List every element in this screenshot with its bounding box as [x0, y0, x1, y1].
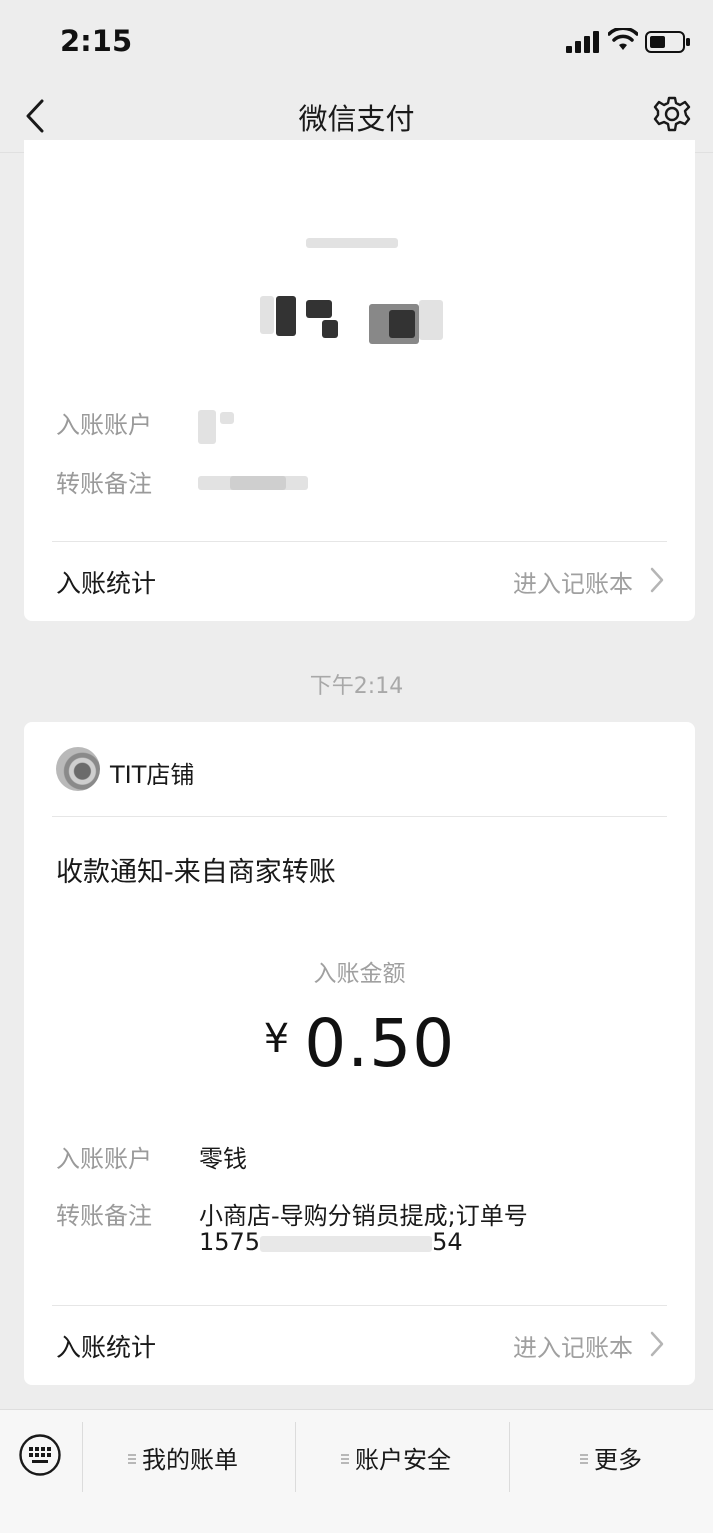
ledger-link[interactable]: 进入记账本 — [513, 564, 633, 599]
memo-order-number: 1575 54 — [199, 1228, 463, 1256]
order-number-end: 54 — [432, 1228, 463, 1256]
blurred-order-number — [260, 1236, 433, 1252]
order-number-start: 1575 — [199, 1228, 261, 1256]
menu-more[interactable]: 更多 — [580, 1440, 642, 1475]
stats-row[interactable]: 入账统计 进入记账本 — [24, 1306, 695, 1384]
stats-label: 入账统计 — [56, 1333, 157, 1362]
blurred-memo — [230, 476, 286, 490]
account-label: 入账账户 — [56, 1145, 152, 1173]
currency-symbol: ¥ — [263, 1016, 291, 1062]
blurred-amount — [419, 300, 443, 340]
blurred-amount — [276, 296, 296, 336]
blurred-account — [220, 412, 234, 424]
shop-name[interactable]: TIT店铺 — [110, 755, 194, 790]
payment-card: TIT店铺 收款通知-来自商家转账 入账金额 ¥0.50 入账账户 零钱 转账备… — [24, 722, 695, 1385]
menu-separator — [509, 1422, 510, 1492]
menu-separator — [82, 1422, 83, 1492]
gear-icon[interactable] — [652, 95, 692, 135]
payment-card-previous: 入账账户 转账备注 入账统计 进入记账本 — [24, 140, 695, 621]
status-bar: 2:15 — [0, 0, 713, 80]
menu-label: 我的账单 — [142, 1446, 238, 1474]
menu-icon — [580, 1454, 588, 1464]
amount-label: 入账金额 — [313, 961, 406, 987]
wifi-icon — [608, 28, 638, 50]
keyboard-icon[interactable] — [18, 1433, 62, 1477]
menu-label: 更多 — [594, 1446, 642, 1474]
signal-icon — [566, 31, 599, 53]
stats-label: 入账统计 — [56, 569, 157, 598]
menu-label: 账户安全 — [355, 1446, 451, 1474]
status-time: 2:15 — [60, 24, 133, 58]
menu-separator — [295, 1422, 296, 1492]
menu-icon — [341, 1454, 349, 1464]
blurred-text — [306, 238, 398, 248]
notice-title: 收款通知-来自商家转账 — [56, 857, 336, 888]
bottom-menu-bar: 我的账单 账户安全 更多 — [0, 1409, 713, 1533]
memo-label: 转账备注 — [56, 1202, 152, 1230]
menu-account-security[interactable]: 账户安全 — [341, 1440, 451, 1475]
blurred-amount — [389, 310, 415, 338]
account-label: 入账账户 — [56, 411, 152, 439]
divider — [52, 816, 667, 817]
menu-my-bills[interactable]: 我的账单 — [128, 1440, 238, 1475]
message-timestamp: 下午2:14 — [309, 674, 404, 699]
amount-value: ¥0.50 — [24, 1005, 695, 1082]
stats-row[interactable]: 入账统计 进入记账本 — [24, 542, 695, 620]
account-value: 零钱 — [199, 1145, 247, 1173]
blurred-amount — [322, 320, 338, 338]
ledger-link[interactable]: 进入记账本 — [513, 1328, 633, 1363]
amount-number: 0.50 — [304, 1005, 456, 1082]
chevron-right-icon — [650, 567, 664, 593]
blurred-amount — [306, 300, 332, 318]
menu-icon — [128, 1454, 136, 1464]
chevron-right-icon — [650, 1331, 664, 1357]
memo-label: 转账备注 — [56, 470, 152, 498]
page-title: 微信支付 — [298, 102, 415, 136]
battery-icon — [645, 31, 690, 53]
memo-value: 小商店-导购分销员提成;订单号 — [199, 1202, 528, 1230]
blurred-amount — [260, 296, 274, 334]
blurred-account — [198, 410, 216, 444]
shop-avatar[interactable] — [56, 747, 100, 791]
